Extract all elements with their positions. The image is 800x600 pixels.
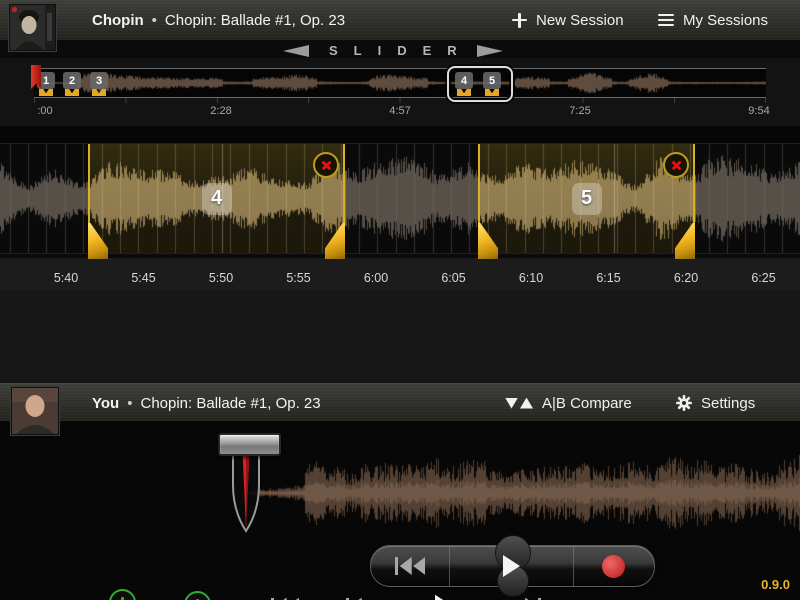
marker-flag-icon xyxy=(457,89,471,96)
overview-marker-2[interactable]: 2 xyxy=(63,72,81,96)
marker-number: 3 xyxy=(90,72,108,89)
my-sessions-label: My Sessions xyxy=(683,12,768,29)
section-label[interactable]: 5 xyxy=(572,183,602,215)
recording-scrub-handle[interactable] xyxy=(218,433,281,456)
student-avatar[interactable] xyxy=(11,387,59,435)
title-separator: • xyxy=(127,395,132,412)
plus-icon xyxy=(512,13,527,28)
marker-number: 5 xyxy=(483,72,501,89)
student-bar: You • Chopin: Ballade #1, Op. 23 A|B Com… xyxy=(0,383,800,424)
section-start-flag[interactable] xyxy=(478,223,498,259)
play-icon xyxy=(503,555,520,577)
time-tick: 6:20 xyxy=(674,271,698,285)
time-tick: 5:50 xyxy=(209,271,233,285)
teacher-bar: Chopin • Chopin: Ballade #1, Op. 23 New … xyxy=(0,0,800,42)
marker-flag-icon xyxy=(65,89,79,96)
overview-tick: 4:57 xyxy=(389,105,410,117)
section-label[interactable]: 4 xyxy=(202,183,232,215)
version-label: 0.9.0 xyxy=(761,577,790,592)
recording-zone: Recording 2 Jun 1, 2017 • 11:33 PM Recor… xyxy=(0,421,800,600)
section-end-flag[interactable] xyxy=(325,223,345,259)
overview-ruler: :00 2:28 4:57 7:25 9:54 xyxy=(34,98,766,122)
overview-tick: 7:25 xyxy=(569,105,590,117)
time-tick: 5:40 xyxy=(54,271,78,285)
overview-strip[interactable]: 1 2 3 4 5 xyxy=(34,68,766,98)
delete-section-icon[interactable] xyxy=(663,152,689,178)
section-region-5[interactable]: 5 xyxy=(478,144,695,253)
play-icon xyxy=(435,595,452,600)
overview-marker-5[interactable]: 5 xyxy=(483,72,501,96)
new-session-button[interactable]: New Session xyxy=(512,0,624,40)
new-session-label: New Session xyxy=(536,12,624,29)
overview-marker-3[interactable]: 3 xyxy=(90,72,108,96)
time-tick: 5:45 xyxy=(131,271,155,285)
controls-band: Drag n Drop Playback Mode xyxy=(0,290,800,383)
time-tick: 6:05 xyxy=(441,271,465,285)
teacher-avatar[interactable] xyxy=(9,4,56,51)
piece-name: Chopin: Ballade #1, Op. 23 xyxy=(165,12,345,29)
recording-playhead[interactable] xyxy=(228,449,264,538)
marker-flag-icon xyxy=(485,89,499,96)
title-separator: • xyxy=(152,12,157,29)
chopin-portrait-icon xyxy=(10,5,55,50)
slider-label: SLIDER xyxy=(329,43,473,58)
marker-flag-icon xyxy=(39,89,53,96)
record-button[interactable] xyxy=(573,546,654,586)
recording-transport xyxy=(370,545,655,587)
overview-marker-4[interactable]: 4 xyxy=(455,72,473,96)
teacher-name: Chopin xyxy=(92,12,144,29)
rec-skip-to-start-button[interactable] xyxy=(371,546,449,586)
overview-waveform[interactable] xyxy=(34,70,766,96)
student-photo-icon xyxy=(12,388,58,434)
gap-zone xyxy=(0,126,800,143)
main-waveform-panel[interactable]: 4 5 xyxy=(0,143,800,254)
overview-tick: :00 xyxy=(37,105,52,117)
marker-number: 2 xyxy=(63,72,81,89)
gear-icon xyxy=(676,395,692,411)
app-root: Chopin • Chopin: Ballade #1, Op. 23 New … xyxy=(0,0,800,600)
section-start-flag[interactable] xyxy=(88,223,108,259)
student-session-title: You • Chopin: Ballade #1, Op. 23 xyxy=(92,384,321,422)
settings-label: Settings xyxy=(701,395,755,412)
ab-compare-icon xyxy=(505,398,533,409)
overview-minor-ticks xyxy=(34,98,766,103)
delete-section-icon[interactable] xyxy=(313,152,339,178)
overview-tick: 2:28 xyxy=(210,105,231,117)
rec-play-button[interactable] xyxy=(449,546,572,586)
section-region-4[interactable]: 4 xyxy=(88,144,345,253)
playhead-needle-icon xyxy=(228,449,264,533)
session-title: Chopin • Chopin: Ballade #1, Op. 23 xyxy=(92,0,345,40)
menu-icon xyxy=(658,14,674,27)
overview-tick: 9:54 xyxy=(748,105,769,117)
time-tick: 5:55 xyxy=(286,271,310,285)
piece-name: Chopin: Ballade #1, Op. 23 xyxy=(140,395,320,412)
skip-to-start-icon xyxy=(395,557,425,575)
marker-flag-icon xyxy=(92,89,106,96)
student-name: You xyxy=(92,395,119,412)
section-end-flag[interactable] xyxy=(675,223,695,259)
ab-compare-label: A|B Compare xyxy=(542,395,632,412)
time-tick: 6:10 xyxy=(519,271,543,285)
my-sessions-button[interactable]: My Sessions xyxy=(658,0,768,40)
time-tick: 6:00 xyxy=(364,271,388,285)
time-tick: 6:15 xyxy=(596,271,620,285)
time-tick: 6:25 xyxy=(751,271,775,285)
settings-button[interactable]: Settings xyxy=(676,384,755,422)
marker-number: 4 xyxy=(455,72,473,89)
recording-waveform[interactable] xyxy=(250,452,800,534)
record-icon xyxy=(602,555,625,578)
ab-compare-button[interactable]: A|B Compare xyxy=(505,384,632,422)
